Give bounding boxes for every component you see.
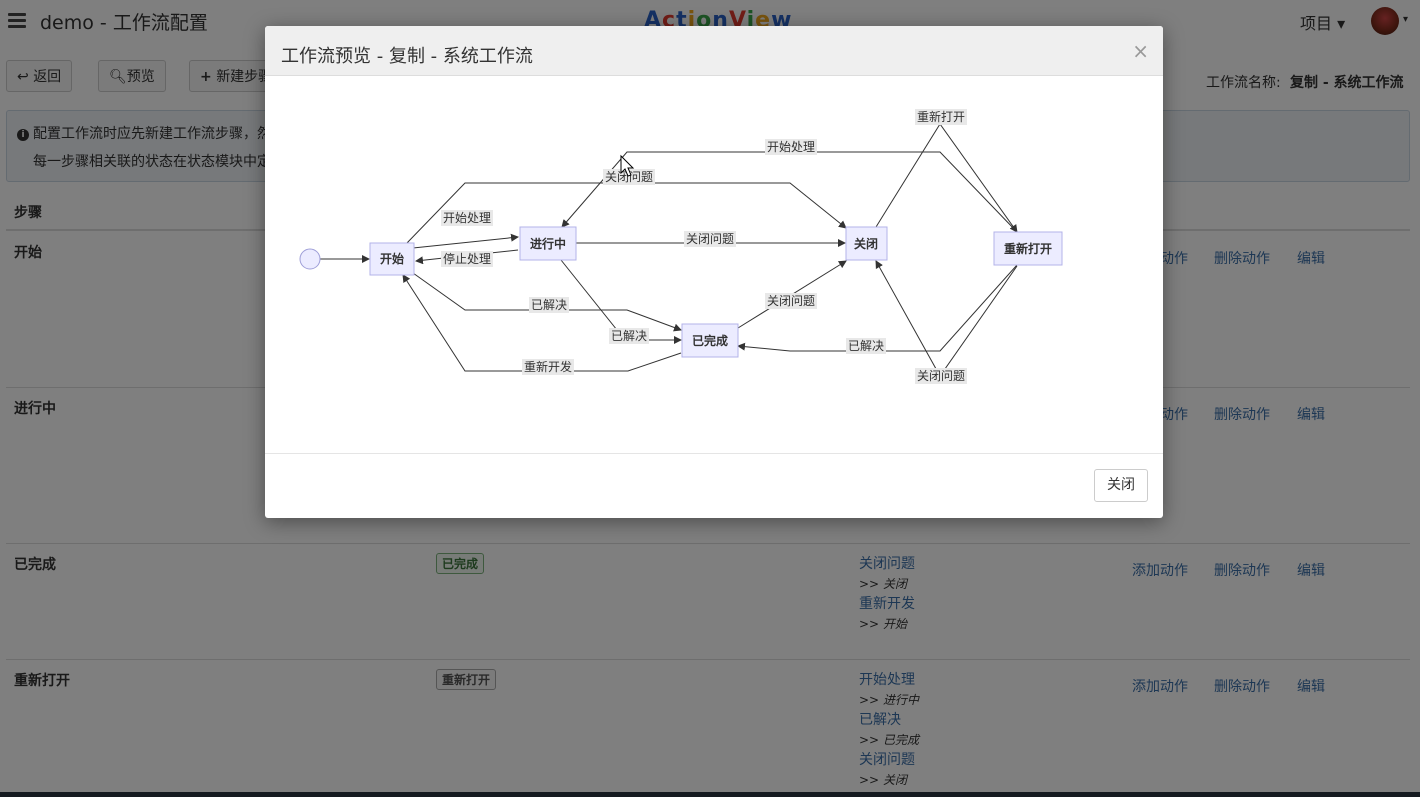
workflow-preview-modal: 工作流预览 - 复制 - 系统工作流 × 开始 进行中 已完成 关闭 重新打开 … [265,26,1163,518]
edge-label: 关闭问题 [917,369,965,383]
close-button[interactable]: 关闭 [1094,469,1148,502]
close-icon[interactable]: × [1132,39,1149,63]
edge-reopen-progress [561,151,1018,233]
node-label: 重新打开 [1004,241,1052,256]
node-done: 已完成 [681,323,739,358]
edge-label: 关闭问题 [686,232,734,246]
workflow-diagram: 开始 进行中 已完成 关闭 重新打开 开始处理 停止处理 已解决 关闭问题 关闭… [299,109,1063,384]
modal-title: 工作流预览 - 复制 - 系统工作流 [281,46,533,67]
edge-reopen-close [875,260,1018,377]
node-in-progress: 进行中 [519,226,577,261]
node-reopened: 重新打开 [993,231,1063,266]
modal-footer [265,453,1163,519]
edge-close-reopen [875,123,1018,233]
modal-header: 工作流预览 - 复制 - 系统工作流 × [265,26,1163,76]
edge-label: 关闭问题 [767,294,815,308]
node-label: 已完成 [692,333,728,348]
node-label: 开始 [380,251,404,266]
edge-label: 已解决 [848,339,884,353]
edge-label: 开始处理 [443,211,491,225]
edge-label: 已解决 [611,329,647,343]
node-label: 进行中 [530,236,566,251]
node-label: 关闭 [854,236,878,251]
edge-label: 重新开发 [524,359,572,374]
edge-start-progress [412,233,519,249]
edge-label: 重新打开 [917,109,965,124]
edge-label: 已解决 [531,298,567,312]
initial-node [299,248,321,270]
edge-label: 开始处理 [767,140,815,154]
edge-done-start [402,274,682,372]
node-start: 开始 [369,242,415,276]
node-closed: 关闭 [845,226,888,261]
edge-label: 停止处理 [443,251,491,266]
